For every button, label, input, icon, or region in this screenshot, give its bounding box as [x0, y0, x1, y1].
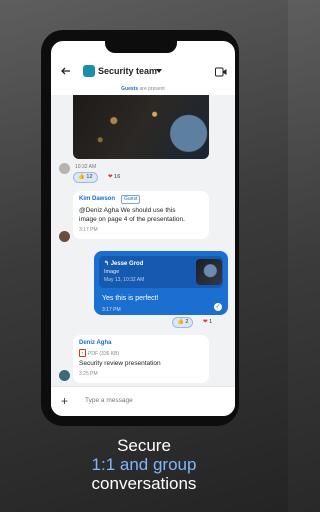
message-time: 3:17 PM — [79, 227, 98, 233]
caption-line-1: Secure — [117, 436, 171, 455]
heart-icon: ❤ — [203, 319, 208, 325]
reaction-count: 2 — [185, 319, 189, 325]
reaction-like[interactable]: 👍 12 — [73, 172, 98, 183]
caret-down-icon[interactable] — [156, 69, 162, 73]
quote-thumbnail — [196, 259, 222, 285]
avatar[interactable] — [59, 231, 70, 242]
caption-line-3: conversations — [91, 474, 197, 493]
thumbs-up-icon: 👍 — [177, 319, 184, 325]
reaction-heart[interactable]: ❤ 1 — [199, 317, 216, 328]
message-text-line-1: @Deniz Agha We should use this — [79, 207, 176, 214]
check-icon: ✓ — [214, 303, 222, 311]
guests-rest: are present — [138, 86, 165, 92]
reaction-count: 12 — [86, 174, 93, 180]
quoted-message[interactable]: ↰ Jesse Grod Image May 13, 10:32 AM — [99, 256, 223, 288]
team-avatar — [83, 65, 95, 77]
message-bubble-kim[interactable]: Kim Dawson Guest @Deniz Agha We should u… — [73, 191, 209, 239]
avatar[interactable] — [59, 163, 70, 174]
message-text: Yes this is perfect! — [102, 295, 159, 302]
phone-screen: Security team Guests are present 10:32 A… — [51, 41, 235, 416]
team-title[interactable]: Security team — [98, 66, 157, 76]
message-input[interactable] — [85, 397, 215, 404]
message-composer: + — [51, 386, 235, 416]
message-bubble-outgoing[interactable]: ↰ Jesse Grod Image May 13, 10:32 AM Yes … — [94, 251, 228, 315]
shared-image[interactable] — [73, 95, 209, 159]
reaction-heart[interactable]: ❤ 16 — [104, 172, 124, 183]
back-arrow-icon[interactable] — [60, 65, 72, 77]
reply-icon: ↰ — [104, 261, 111, 267]
marketing-caption: Secure 1:1 and group conversations — [0, 436, 288, 493]
message-bubble-deniz[interactable]: Deniz Agha ▪ PDF (336 KB) Security revie… — [73, 335, 209, 383]
message-text-line-2: image on page 4 of the presentation. — [79, 216, 185, 223]
message-time: 3:25 PM — [79, 371, 98, 377]
guests-label: Guests — [121, 86, 139, 92]
plus-icon[interactable]: + — [61, 395, 68, 407]
chat-header: Security team — [51, 59, 235, 85]
pdf-icon: ▪ — [79, 349, 86, 357]
chat-area[interactable]: 10:32 AM 👍 12 ❤ 16 Kim Dawson Guest @Den… — [51, 95, 235, 386]
sender-name: Deniz Agha — [79, 340, 112, 346]
reaction-count: 16 — [114, 174, 121, 180]
avatar[interactable] — [59, 370, 70, 381]
reaction-count: 1 — [209, 319, 213, 325]
message-time: 10:32 AM — [75, 164, 97, 170]
guests-notice: Guests are present — [51, 86, 235, 92]
sender-name: Kim Dawson — [79, 196, 116, 202]
reaction-like[interactable]: 👍 2 — [172, 317, 194, 328]
quote-sender: ↰ Jesse Grod — [104, 261, 144, 267]
thumbs-up-icon: 👍 — [78, 174, 85, 180]
quote-type: Image — [104, 269, 120, 275]
quote-date: May 13, 10:32 AM — [104, 277, 145, 283]
file-name[interactable]: Security review presentation — [79, 359, 161, 368]
video-call-icon[interactable] — [215, 67, 227, 77]
file-meta: PDF (336 KB) — [88, 351, 120, 357]
message-time: 3:17 PM — [102, 307, 121, 313]
guest-badge: Guest — [121, 195, 141, 204]
phone-notch — [105, 41, 177, 53]
caption-line-2: 1:1 and group — [91, 455, 197, 474]
heart-icon: ❤ — [108, 174, 113, 180]
